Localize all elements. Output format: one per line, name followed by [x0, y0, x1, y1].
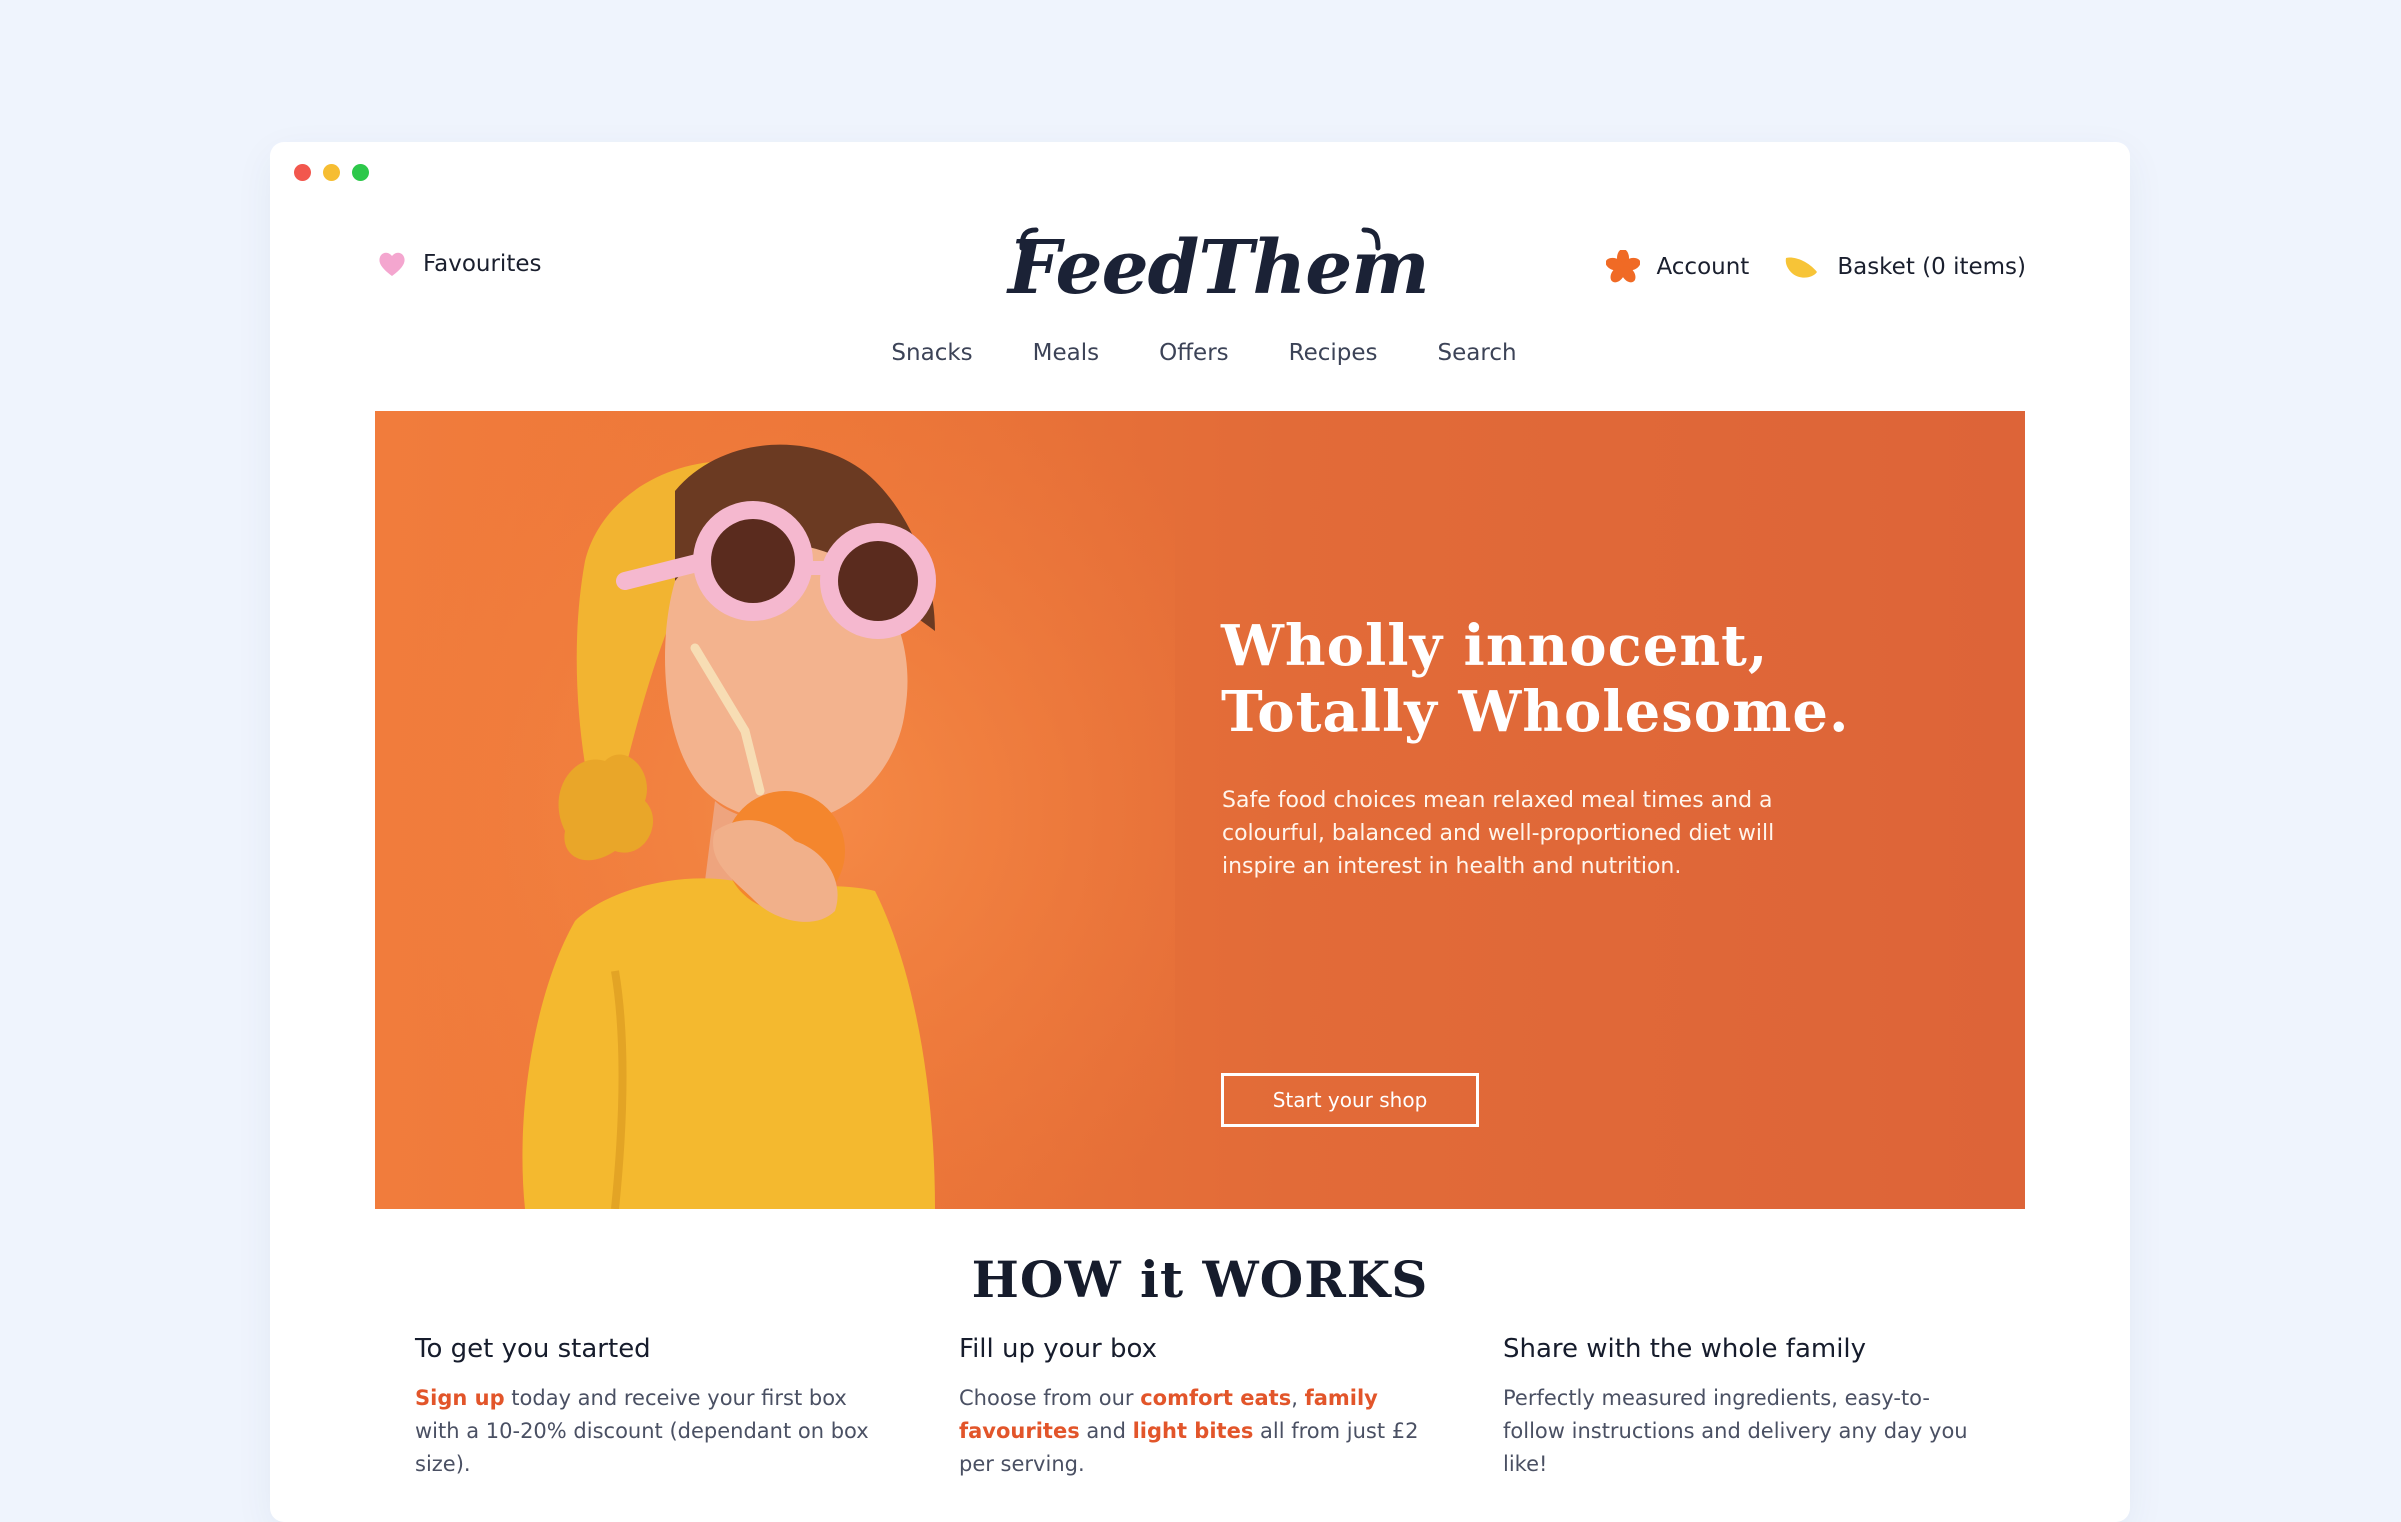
nav-recipes[interactable]: Recipes: [1289, 340, 1378, 366]
browser-window: Favourites FeedThem Account Basket (0 it…: [270, 142, 2130, 1522]
account-link[interactable]: Account: [1606, 250, 1749, 284]
minimize-dot-icon[interactable]: [323, 164, 340, 181]
favourites-link[interactable]: Favourites: [377, 250, 541, 278]
how-it-works-steps: To get you started Sign up today and rec…: [415, 1334, 2015, 1481]
main-nav: Snacks Meals Offers Recipes Search: [270, 340, 2130, 366]
heart-icon: [379, 252, 405, 276]
favourites-label: Favourites: [423, 251, 542, 277]
hero-girl-image: [375, 411, 1175, 1209]
header-actions: Account Basket (0 items): [1606, 250, 2026, 284]
hero-title-line2: Totally Wholesome.: [1221, 679, 1850, 745]
step-separator: ,: [1291, 1386, 1305, 1410]
basket-link[interactable]: Basket (0 items): [1783, 252, 2026, 282]
maximize-dot-icon[interactable]: [352, 164, 369, 181]
hero-title-line1: Wholly innocent,: [1221, 613, 1769, 679]
basket-label: Basket (0 items): [1837, 254, 2026, 280]
lemon-icon: [1786, 257, 1818, 278]
how-it-works-title: HOW it WORKS: [971, 1250, 1429, 1309]
step-share: Share with the whole family Perfectly me…: [1503, 1334, 1983, 1481]
nav-meals[interactable]: Meals: [1033, 340, 1099, 366]
start-your-shop-button[interactable]: Start your shop: [1221, 1073, 1479, 1127]
sign-up-link[interactable]: Sign up: [415, 1386, 505, 1410]
light-bites-link[interactable]: light bites: [1133, 1419, 1254, 1443]
hero-banner: Wholly innocent, Totally Wholesome. Safe…: [375, 411, 2025, 1209]
step-getting-started: To get you started Sign up today and rec…: [415, 1334, 895, 1481]
nav-search[interactable]: Search: [1438, 340, 1517, 366]
site-logo[interactable]: FeedThem: [1008, 220, 1430, 316]
step-title: Fill up your box: [959, 1334, 1157, 1364]
step-title: Share with the whole family: [1503, 1334, 1867, 1364]
hero-title: Wholly innocent, Totally Wholesome.: [1221, 613, 1849, 745]
step-description: Perfectly measured ingredients, easy-to-…: [1503, 1386, 1968, 1476]
hero-description: Safe food choices mean relaxed meal time…: [1222, 788, 1775, 879]
logo-tick-right-icon: [1361, 227, 1381, 251]
flower-icon: [1606, 250, 1641, 283]
nav-offers[interactable]: Offers: [1159, 340, 1229, 366]
step-text: and: [1079, 1419, 1133, 1443]
step-title: To get you started: [415, 1334, 651, 1364]
step-fill-box: Fill up your box Choose from our comfort…: [959, 1334, 1439, 1481]
close-dot-icon[interactable]: [294, 164, 311, 181]
account-label: Account: [1656, 254, 1750, 280]
step-description: Choose from our comfort eats, family fav…: [959, 1382, 1439, 1481]
logo-tick-left-icon: [1019, 227, 1039, 251]
nav-snacks[interactable]: Snacks: [891, 340, 972, 366]
comfort-eats-link[interactable]: comfort eats: [1140, 1386, 1291, 1410]
window-controls: [294, 164, 369, 181]
step-text: Choose from our: [959, 1386, 1141, 1410]
step-description: Sign up today and receive your first box…: [415, 1382, 895, 1481]
